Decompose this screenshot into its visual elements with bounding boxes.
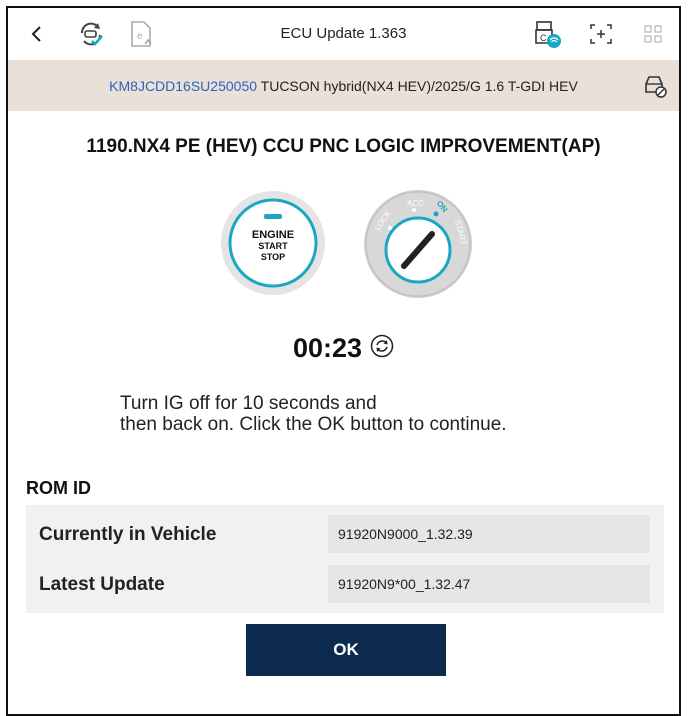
svg-text:C: C	[540, 33, 547, 43]
timer-row: 00:23	[8, 333, 679, 364]
ignition-key-illustration: LOCK ACC ON START	[362, 188, 474, 305]
countdown-timer: 00:23	[292, 333, 363, 363]
instruction-line-1: Turn IG off for 10 seconds and	[120, 393, 377, 414]
vehicle-info: KM8JCDD16SU250050 TUCSON hybrid(NX4 HEV)…	[8, 78, 679, 94]
rom-row-current: Currently in Vehicle 91920N9000_1.32.39	[26, 515, 664, 555]
engine-start-stop-illustration: ENGINE START STOP	[218, 188, 328, 303]
engine-label: ENGINE	[251, 229, 295, 241]
stop-label: STOP	[260, 252, 286, 262]
refresh-icon[interactable]	[370, 334, 394, 363]
vehicle-model: TUCSON hybrid(NX4 HEV)/2025/G 1.6 T-GDI …	[260, 77, 578, 94]
acc-label: ACC	[407, 199, 424, 208]
rom-row-latest: Latest Update 91920N9*00_1.32.47	[26, 565, 664, 605]
instruction-text: Turn IG off for 10 seconds and then back…	[120, 393, 507, 435]
app-frame: e ECU Update 1.363 C KM8JCDD16SU250050 T…	[6, 6, 681, 716]
wireless-vci-icon[interactable]: C	[532, 19, 562, 49]
rom-id-title: ROM ID	[26, 478, 91, 498]
vehicle-vin[interactable]: KM8JCDD16SU250050	[109, 78, 257, 94]
instruction-line-2: then back on. Click the OK button to con…	[120, 414, 507, 435]
rom-row-label: Currently in Vehicle	[39, 524, 217, 545]
app-title: ECU Update 1.363	[280, 25, 407, 42]
grid-menu-icon[interactable]	[638, 19, 668, 49]
screen-capture-icon[interactable]	[586, 19, 616, 49]
update-title: 1190.NX4 PE (HEV) CCU PNC LOGIC IMPROVEM…	[86, 136, 601, 157]
rom-row-value: 91920N9000_1.32.39	[328, 515, 650, 553]
vehicle-info-bar: KM8JCDD16SU250050 TUCSON hybrid(NX4 HEV)…	[8, 60, 679, 111]
rom-row-label: Latest Update	[39, 574, 165, 595]
rom-id-table: Currently in Vehicle 91920N9000_1.32.39 …	[26, 505, 664, 613]
start-label: START	[258, 241, 288, 251]
top-bar: e ECU Update 1.363 C	[8, 8, 679, 60]
ok-button[interactable]: OK	[246, 624, 446, 676]
rom-row-value: 91920N9*00_1.32.47	[328, 565, 650, 603]
car-diagnose-icon[interactable]	[641, 72, 669, 100]
